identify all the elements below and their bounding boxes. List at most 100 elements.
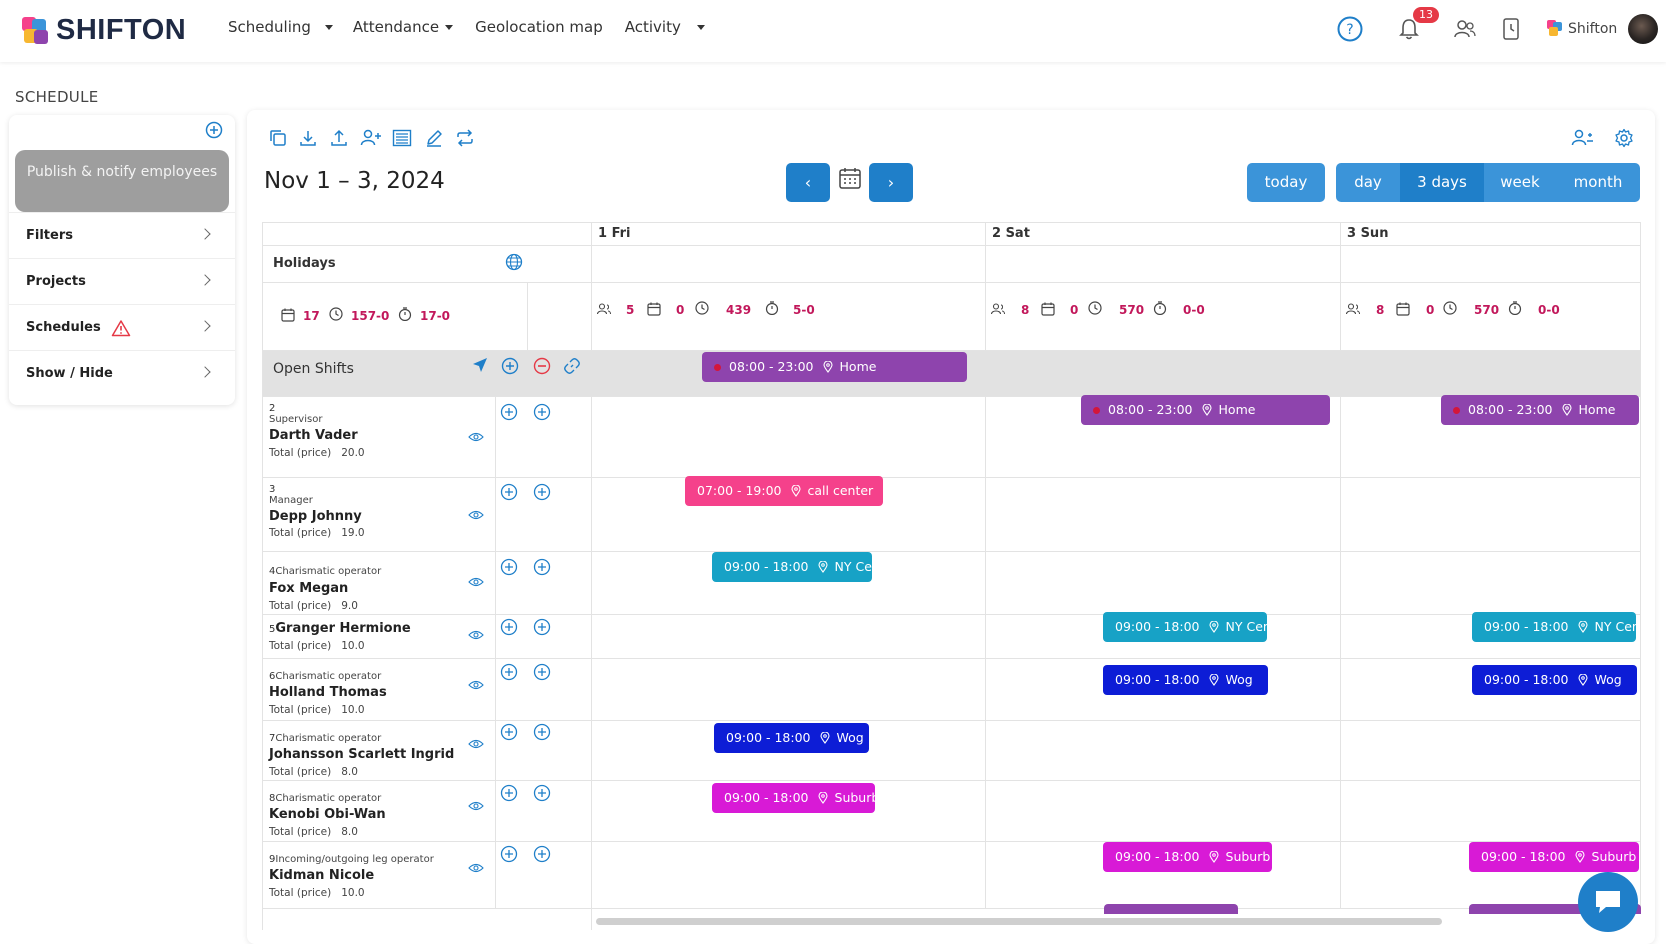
shift-block[interactable]: 09:00 - 18:00 Suburb 1 [1103, 842, 1272, 872]
visibility-eye-icon[interactable] [468, 863, 484, 873]
publish-notify-button[interactable]: Publish & notify employees [15, 150, 229, 212]
sidebar-item-show-hide[interactable]: Show / Hide [9, 350, 235, 396]
view-week-button[interactable]: week [1484, 163, 1556, 202]
add-time-off-icon[interactable] [533, 558, 551, 576]
calendar-icon [647, 302, 661, 316]
location-pin-icon [1577, 621, 1588, 633]
shift-block[interactable]: 09:00 - 18:00 NY Cent [712, 552, 872, 582]
copy-icon[interactable] [268, 128, 288, 148]
employee-name: Kidman Nicole [269, 868, 375, 883]
employee-row[interactable]: 9Incoming/outgoing leg operator Kidman N… [269, 847, 434, 899]
users-icon[interactable] [1453, 18, 1477, 40]
visibility-eye-icon[interactable] [468, 510, 484, 520]
sidebar-item-label: Schedules [26, 320, 101, 335]
open-shift-block[interactable]: 08:00 - 23:00 Home [702, 352, 967, 382]
timeclock-icon[interactable] [1502, 17, 1520, 41]
shift-block[interactable]: 09:00 - 18:00 NY Cent [1472, 612, 1636, 642]
shift-block[interactable]: 07:00 - 19:00 call center [685, 476, 883, 506]
add-circle-icon[interactable] [205, 121, 223, 139]
add-time-off-icon[interactable] [533, 845, 551, 863]
visibility-eye-icon[interactable] [468, 630, 484, 640]
add-shift-icon[interactable] [500, 403, 518, 421]
add-shift-icon[interactable] [500, 483, 518, 501]
chat-widget-button[interactable] [1578, 872, 1638, 932]
shift-block-partial[interactable] [1104, 904, 1238, 914]
employee-row[interactable]: 3 Manager Depp Johnny Total (price) 19.0 [269, 484, 365, 539]
shift-block[interactable]: 09:00 - 18:00 Wog [1472, 665, 1637, 695]
employee-row[interactable]: 7Charismatic operator Johansson Scarlett… [269, 726, 454, 778]
assign-users-icon[interactable] [1571, 128, 1595, 148]
employee-role: Charismatic operator [275, 733, 382, 744]
repeat-icon[interactable] [455, 128, 475, 148]
people-icon [991, 303, 1005, 315]
add-shift-icon[interactable] [500, 558, 518, 576]
user-name[interactable]: Shifton [1568, 21, 1617, 37]
shift-block[interactable]: 09:00 - 18:00 Wog [1103, 665, 1268, 695]
visibility-eye-icon[interactable] [468, 739, 484, 749]
add-shift-icon[interactable] [500, 845, 518, 863]
globe-icon[interactable] [505, 253, 523, 271]
nav-activity[interactable]: Activity [625, 18, 705, 36]
sidebar-item-projects[interactable]: Projects [9, 258, 235, 304]
visibility-eye-icon[interactable] [468, 680, 484, 690]
chevron-right-icon [199, 366, 211, 378]
shift-block[interactable]: 08:00 - 23:00 Home [1081, 395, 1330, 425]
shift-block[interactable]: 08:00 - 23:00 Home [1441, 395, 1639, 425]
shift-block[interactable]: 09:00 - 18:00 Suburb 1 [712, 783, 875, 813]
calendar-picker-icon[interactable] [838, 166, 862, 190]
view-3-days-button[interactable]: 3 days [1400, 163, 1484, 202]
visibility-eye-icon[interactable] [468, 577, 484, 587]
shift-block[interactable]: 09:00 - 18:00 Wog [714, 723, 869, 753]
view-day-button[interactable]: day [1336, 163, 1400, 202]
horizontal-scrollbar[interactable] [596, 918, 1442, 925]
upload-icon[interactable] [329, 128, 349, 148]
next-period-button[interactable]: › [869, 163, 913, 202]
add-shift-icon[interactable] [500, 784, 518, 802]
shift-time: 08:00 - 23:00 [729, 359, 814, 374]
employee-row[interactable]: 2 Supervisor Darth Vader Total (price) 2… [269, 403, 365, 459]
send-icon[interactable] [472, 357, 488, 373]
remove-circle-icon[interactable] [533, 357, 551, 375]
nav-scheduling[interactable]: Scheduling [228, 18, 333, 36]
nav-attendance[interactable]: Attendance [353, 18, 454, 36]
sidebar-item-filters[interactable]: Filters [9, 212, 235, 258]
avatar[interactable] [1628, 14, 1658, 44]
add-user-icon[interactable] [360, 128, 382, 148]
add-open-shift-icon[interactable] [501, 357, 519, 375]
employee-row[interactable]: 8Charismatic operator Kenobi Obi-Wan Tot… [269, 786, 386, 838]
employee-role: Manager [269, 495, 313, 506]
link-icon[interactable] [563, 357, 581, 375]
add-time-off-icon[interactable] [533, 618, 551, 636]
add-shift-icon[interactable] [500, 618, 518, 636]
add-shift-icon[interactable] [500, 663, 518, 681]
shifton-logo[interactable]: SHIFTON [22, 14, 186, 47]
list-view-icon[interactable] [392, 129, 412, 147]
add-time-off-icon[interactable] [533, 403, 551, 421]
employee-row[interactable]: 6Charismatic operator Holland Thomas Tot… [269, 664, 387, 716]
employee-row[interactable]: 4Charismatic operator Fox Megan Total (p… [269, 559, 381, 612]
shift-block[interactable]: 09:00 - 18:00 NY Cent [1103, 612, 1267, 642]
employee-row[interactable]: 5Granger Hermione Total (price) 10.0 [269, 617, 411, 652]
today-button[interactable]: today [1247, 163, 1325, 202]
visibility-eye-icon[interactable] [468, 801, 484, 811]
settings-gear-icon[interactable] [1614, 128, 1634, 148]
sidebar-item-schedules[interactable]: Schedules [9, 304, 235, 350]
employee-total: Total (price) 9.0 [269, 600, 358, 612]
add-time-off-icon[interactable] [533, 483, 551, 501]
unpublished-dot-icon [1453, 406, 1460, 414]
prev-period-button[interactable]: ‹ [786, 163, 830, 202]
download-icon[interactable] [298, 128, 318, 148]
shift-block[interactable]: 09:00 - 18:00 Suburb 1 [1469, 842, 1639, 872]
nav-geolocation-map[interactable]: Geolocation map [475, 18, 603, 36]
visibility-eye-icon[interactable] [468, 432, 484, 442]
shift-time: 09:00 - 18:00 [1115, 849, 1200, 864]
shift-time: 09:00 - 18:00 [1484, 672, 1569, 687]
add-time-off-icon[interactable] [533, 663, 551, 681]
add-shift-icon[interactable] [500, 723, 518, 741]
edit-icon[interactable] [424, 128, 444, 148]
add-time-off-icon[interactable] [533, 723, 551, 741]
view-month-button[interactable]: month [1556, 163, 1640, 202]
add-time-off-icon[interactable] [533, 784, 551, 802]
help-icon[interactable]: ? [1337, 16, 1363, 42]
shift-time: 09:00 - 18:00 [726, 730, 811, 745]
